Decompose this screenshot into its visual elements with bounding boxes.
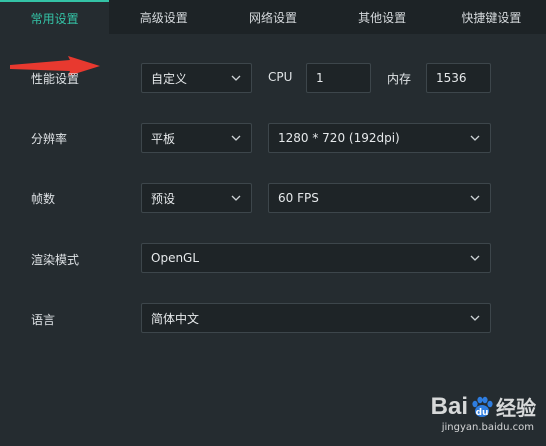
language-select[interactable]: 简体中文 — [141, 303, 491, 333]
chevron-down-icon — [470, 195, 480, 201]
language-label: 语言 — [31, 313, 56, 327]
watermark-brand-pre: Bai — [430, 392, 468, 420]
performance-mode-select[interactable]: 自定义 — [141, 63, 252, 93]
chevron-down-icon — [470, 135, 480, 141]
chevron-down-icon — [231, 135, 241, 141]
tab-network-settings[interactable]: 网络设置 — [218, 0, 327, 34]
tab-general-settings[interactable]: 常用设置 — [0, 0, 110, 34]
svg-text:du: du — [476, 408, 489, 418]
device-type-value: 平板 — [151, 131, 176, 146]
memory-label: 内存 — [387, 72, 412, 86]
fps-label: 帧数 — [31, 192, 56, 206]
baidu-jingyan-watermark: Bai du 经验 jingyan.baidu.com — [388, 392, 538, 438]
language-value: 简体中文 — [151, 311, 200, 326]
render-mode-label: 渲染模式 — [31, 253, 80, 267]
resolution-select[interactable]: 1280 * 720 (192dpi) — [268, 123, 491, 153]
paw-icon: du — [472, 396, 493, 418]
tab-other-settings[interactable]: 其他设置 — [328, 0, 437, 34]
watermark-brand-post: 经验 — [496, 398, 536, 420]
cpu-input[interactable]: 1 — [306, 63, 371, 93]
render-mode-value: OpenGL — [151, 251, 200, 265]
memory-value: 1536 — [436, 71, 467, 85]
performance-label: 性能设置 — [31, 72, 80, 86]
render-mode-select[interactable]: OpenGL — [141, 243, 491, 273]
watermark-url: jingyan.baidu.com — [441, 422, 534, 433]
fps-select[interactable]: 60 FPS — [268, 183, 491, 213]
performance-mode-value: 自定义 — [151, 71, 188, 86]
chevron-down-icon — [470, 315, 480, 321]
chevron-down-icon — [470, 255, 480, 261]
cpu-label: CPU — [268, 70, 293, 84]
cpu-value: 1 — [316, 71, 324, 85]
device-type-select[interactable]: 平板 — [141, 123, 252, 153]
settings-tab-bar: 常用设置 高级设置 网络设置 其他设置 快捷键设置 — [0, 0, 546, 34]
tab-advanced-settings[interactable]: 高级设置 — [109, 0, 218, 34]
memory-input[interactable]: 1536 — [426, 63, 491, 93]
chevron-down-icon — [231, 195, 241, 201]
chevron-down-icon — [231, 75, 241, 81]
resolution-label: 分辨率 — [31, 132, 68, 146]
fps-preset-select[interactable]: 预设 — [141, 183, 252, 213]
tab-shortcut-settings[interactable]: 快捷键设置 — [437, 0, 546, 34]
fps-preset-value: 预设 — [151, 191, 176, 206]
fps-value: 60 FPS — [278, 191, 319, 205]
resolution-value: 1280 * 720 (192dpi) — [278, 131, 400, 145]
